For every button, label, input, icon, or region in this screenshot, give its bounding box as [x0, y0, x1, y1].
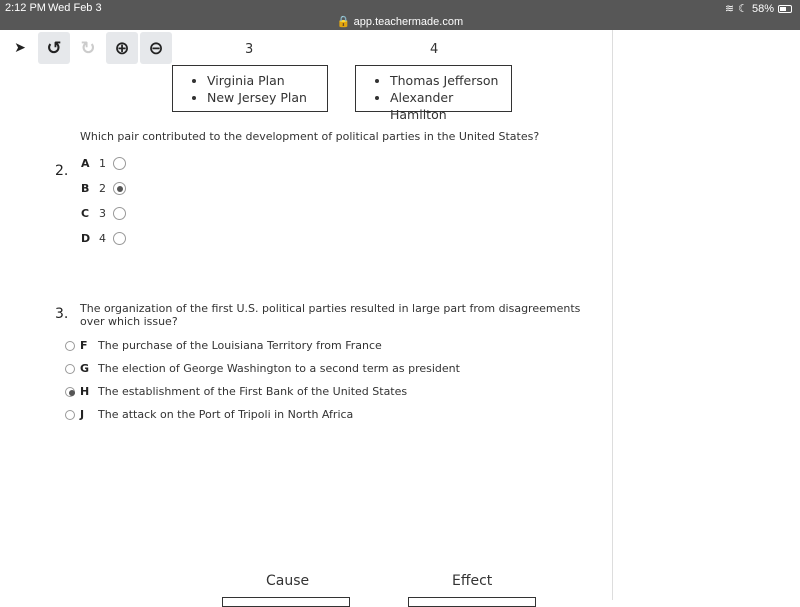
- list-item: Thomas Jefferson: [390, 72, 511, 89]
- question-2-text: Which pair contributed to the developmen…: [80, 130, 540, 143]
- zoom-out-button[interactable]: ⊖: [140, 32, 172, 64]
- radio-button[interactable]: [65, 363, 75, 374]
- toolbar: ➤ ↺ ↻ ⊕ ⊖: [4, 32, 172, 64]
- option-value: The establishment of the First Bank of t…: [98, 385, 408, 398]
- option-a[interactable]: A1: [81, 157, 126, 170]
- address-bar[interactable]: 🔒 app.teachermade.com: [0, 15, 800, 28]
- option-value: 3: [99, 207, 106, 220]
- option-b[interactable]: B2: [81, 182, 126, 195]
- option-letter: G: [80, 362, 90, 375]
- battery-icon: [778, 4, 792, 13]
- moon-icon: ☾: [738, 3, 748, 15]
- option-letter: J: [80, 408, 85, 421]
- pointer-tool-button[interactable]: ➤: [4, 32, 36, 64]
- choice-box-4: Thomas Jefferson Alexander Hamilton: [355, 65, 512, 122]
- option-letter: C: [81, 207, 90, 220]
- battery-percent: 58%: [751, 2, 774, 15]
- question-3-text-cont: over which issue?: [80, 315, 178, 328]
- question-number: 2.: [55, 163, 69, 179]
- option-letter: A: [81, 157, 90, 170]
- date: Wed Feb 3: [48, 2, 102, 14]
- undo-icon: ↺: [46, 37, 62, 59]
- radio-button-selected[interactable]: [113, 182, 126, 195]
- status-bar: 2:12 PM Wed Feb 3 🔒 app.teachermade.com …: [0, 0, 800, 30]
- option-j[interactable]: J The attack on the Port of Tripoli in No…: [65, 408, 353, 421]
- radio-button-selected[interactable]: [65, 386, 75, 397]
- option-letter: F: [80, 339, 88, 352]
- redo-button[interactable]: ↻: [72, 32, 104, 64]
- zoom-in-button[interactable]: ⊕: [106, 32, 138, 64]
- status-icons: ≋ ☾ 58%: [725, 2, 792, 15]
- wifi-icon: ≋: [724, 3, 735, 15]
- zoom-in-icon: ⊕: [114, 37, 130, 59]
- option-letter: B: [81, 182, 90, 195]
- option-value: 4: [99, 232, 106, 245]
- list-item: Virginia Plan: [207, 72, 327, 89]
- question-number: 3.: [55, 306, 69, 322]
- choice-box-3: Virginia Plan New Jersey Plan: [172, 65, 328, 112]
- radio-button[interactable]: [65, 340, 75, 351]
- redo-icon: ↻: [80, 37, 96, 59]
- column-number: 3: [245, 42, 254, 57]
- effect-box: [408, 597, 536, 607]
- option-d[interactable]: D4: [81, 232, 126, 245]
- option-letter: D: [81, 232, 91, 245]
- url-text: app.teachermade.com: [353, 16, 464, 28]
- option-value: 1: [99, 157, 106, 170]
- column-number: 4: [430, 42, 439, 57]
- cause-box: [222, 597, 350, 607]
- option-letter: H: [80, 385, 90, 398]
- option-value: The election of George Washington to a s…: [98, 362, 460, 375]
- zoom-out-icon: ⊖: [148, 37, 164, 59]
- cursor-icon: ➤: [14, 40, 26, 56]
- radio-button[interactable]: [113, 157, 126, 170]
- radio-button[interactable]: [113, 207, 126, 220]
- question-3-text: The organization of the first U.S. polit…: [80, 302, 581, 315]
- clock: 2:12 PM: [5, 2, 46, 14]
- effect-header: Effect: [452, 573, 493, 589]
- list-item: New Jersey Plan: [207, 89, 327, 106]
- option-g[interactable]: G The election of George Washington to a …: [65, 362, 460, 375]
- option-value: The attack on the Port of Tripoli in Nor…: [98, 408, 354, 421]
- list-item: Alexander Hamilton: [390, 89, 511, 123]
- option-h[interactable]: H The establishment of the First Bank of …: [65, 385, 407, 398]
- radio-button[interactable]: [65, 409, 75, 420]
- option-value: 2: [99, 182, 106, 195]
- option-value: The purchase of the Louisiana Territory …: [98, 339, 382, 352]
- radio-button[interactable]: [113, 232, 126, 245]
- option-c[interactable]: C3: [81, 207, 126, 220]
- page-edge: [612, 30, 613, 600]
- undo-button[interactable]: ↺: [38, 32, 70, 64]
- cause-header: Cause: [266, 573, 310, 589]
- option-f[interactable]: F The purchase of the Louisiana Territory…: [65, 339, 382, 352]
